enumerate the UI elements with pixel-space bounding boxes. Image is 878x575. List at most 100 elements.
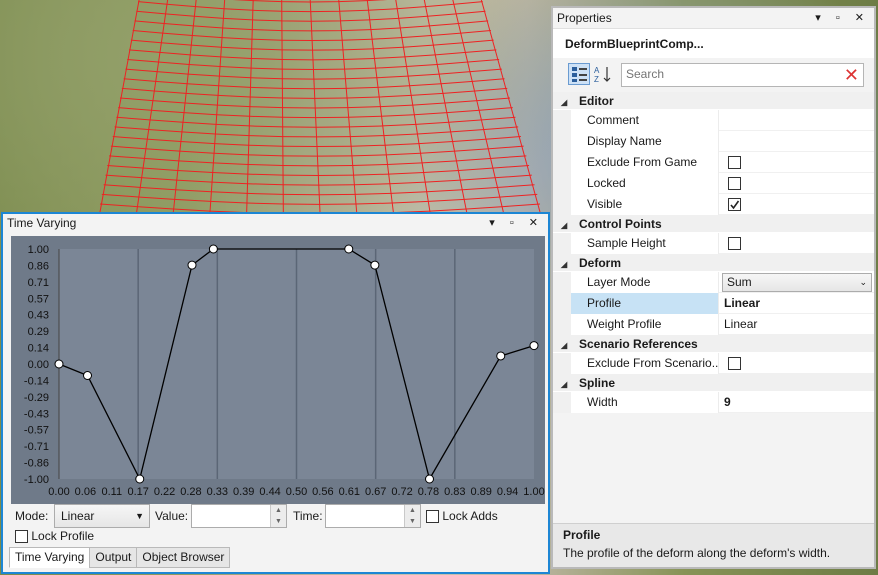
lock-profile-checkbox-wrap[interactable]: Lock Profile [15, 529, 94, 544]
category-header[interactable]: ◢ Editor [553, 92, 874, 110]
categorized-icon [572, 67, 587, 82]
property-value[interactable] [720, 194, 874, 215]
time-varying-titlebar: Time Varying ▾ ▫ ✕ [3, 214, 548, 233]
control-point[interactable] [208, 244, 218, 254]
row-gutter [553, 314, 571, 335]
profile-curve-chart[interactable]: 0.00 0.06 0.11 0.17 0.22 0.28 0.33 0.39 0.44 0.50… [11, 236, 545, 504]
search-box[interactable]: ✕ [621, 63, 864, 87]
control-point[interactable] [54, 359, 64, 369]
time-spinner[interactable]: ▲ ▼ [404, 505, 420, 527]
alphabetical-sort-button[interactable]: A Z [592, 63, 614, 85]
property-row[interactable]: Locked [553, 173, 874, 194]
property-value[interactable]: 9 [720, 392, 874, 413]
property-row[interactable]: Visible [553, 194, 874, 215]
property-row[interactable]: Profile Linear [553, 293, 874, 314]
control-point[interactable] [370, 260, 380, 270]
mesh-line [480, 0, 541, 213]
property-checkbox[interactable] [728, 237, 741, 251]
property-checkbox[interactable] [728, 177, 741, 191]
mode-label: Mode: [15, 509, 49, 523]
time-input[interactable]: ▲ ▼ [325, 504, 421, 528]
row-gutter [553, 272, 571, 293]
control-point[interactable] [529, 341, 539, 351]
property-value[interactable] [720, 353, 874, 374]
sort-az-icon: A Z [594, 66, 611, 84]
property-row[interactable]: Weight Profile Linear [553, 314, 874, 335]
control-point[interactable] [187, 260, 197, 270]
property-row[interactable]: Sample Height [553, 233, 874, 254]
x-tick-label: 1.00 [523, 486, 544, 498]
y-tick-label: 0.86 [28, 260, 49, 272]
control-point[interactable] [83, 371, 92, 380]
property-value[interactable]: Sum ⌄ [720, 272, 874, 293]
control-point[interactable] [496, 351, 506, 361]
lock-adds-checkbox[interactable] [426, 510, 439, 524]
tab-time-varying[interactable]: Time Varying [9, 547, 91, 568]
mode-value: Linear [61, 509, 95, 523]
property-value[interactable] [720, 110, 874, 131]
lock-adds-checkbox-wrap[interactable]: Lock Adds [426, 509, 498, 524]
category-label: Control Points [579, 217, 662, 231]
property-checkbox[interactable] [728, 198, 741, 212]
lock-profile-checkbox[interactable] [15, 530, 28, 544]
chevron-down-icon: ▼ [135, 511, 144, 521]
property-name: Sample Height [571, 233, 719, 254]
category-label: Deform [579, 256, 622, 270]
property-name: Locked [571, 173, 719, 194]
category-header[interactable]: ◢ Scenario References [553, 335, 874, 353]
property-value[interactable]: Linear [720, 314, 874, 335]
property-checkbox[interactable] [728, 357, 741, 371]
y-tick-label: 0.00 [28, 359, 49, 371]
time-varying-window-controls[interactable]: ▾ ▫ ✕ [489, 214, 544, 233]
row-gutter [553, 293, 571, 314]
property-value[interactable]: Linear [720, 293, 874, 314]
categorized-view-button[interactable] [568, 63, 590, 85]
property-row[interactable]: Layer Mode Sum ⌄ [553, 272, 874, 293]
properties-title: Properties [557, 11, 612, 25]
property-row[interactable]: Comment [553, 110, 874, 131]
x-tick-label: 0.78 [418, 486, 439, 498]
clear-search-icon[interactable]: ✕ [844, 65, 859, 85]
y-tick-label: -0.86 [24, 458, 49, 470]
x-tick-label: 0.00 [48, 486, 69, 498]
properties-panel: Properties ▾ ▫ ✕ DeformBlueprintComp... … [551, 6, 876, 569]
property-value[interactable] [720, 131, 874, 152]
mode-dropdown[interactable]: Linear ▼ [54, 504, 150, 528]
property-value[interactable] [720, 233, 874, 254]
value-spinner[interactable]: ▲ ▼ [270, 505, 286, 527]
property-value[interactable] [720, 152, 874, 173]
x-tick-label: 0.61 [339, 486, 360, 498]
row-gutter [553, 131, 571, 152]
property-row[interactable]: Display Name [553, 131, 874, 152]
tab-output[interactable]: Output [89, 547, 138, 568]
property-value[interactable] [720, 173, 874, 194]
property-grid: ◢ Editor Comment Display Name Exclude From G… [553, 92, 874, 413]
properties-window-controls[interactable]: ▾ ▫ ✕ [815, 8, 870, 28]
category-header[interactable]: ◢ Deform [553, 254, 874, 272]
x-tick-label: 0.33 [207, 486, 228, 498]
time-varying-panel: Time Varying ▾ ▫ ✕ 0.00 0.06 0.11 0.17 0.22 0… [1, 212, 550, 574]
x-tick-label: 0.56 [312, 486, 333, 498]
value-input[interactable]: ▲ ▼ [191, 504, 287, 528]
property-checkbox[interactable] [728, 156, 741, 170]
tab-object-browser[interactable]: Object Browser [136, 547, 231, 568]
search-input[interactable] [622, 64, 832, 84]
property-row[interactable]: Width 9 [553, 392, 874, 413]
category-header[interactable]: ◢ Spline [553, 374, 874, 392]
x-tick-label: 0.17 [127, 486, 148, 498]
control-point[interactable] [425, 474, 434, 484]
description-text: The profile of the deform along the defo… [563, 546, 831, 560]
category-header[interactable]: ◢ Control Points [553, 215, 874, 233]
property-row[interactable]: Exclude From Scenario... [553, 353, 874, 374]
mesh-line [281, 0, 284, 213]
control-point[interactable] [135, 474, 145, 484]
property-name: Profile [571, 293, 719, 314]
property-dropdown[interactable]: Sum ⌄ [722, 273, 872, 292]
property-name: Exclude From Scenario... [571, 353, 719, 374]
y-tick-label: 0.57 [28, 293, 49, 305]
y-tick-label: -0.43 [24, 408, 49, 420]
property-row[interactable]: Exclude From Game [553, 152, 874, 173]
x-tick-label: 0.11 [101, 486, 122, 498]
control-point[interactable] [344, 244, 354, 254]
x-tick-label: 0.22 [154, 486, 175, 498]
